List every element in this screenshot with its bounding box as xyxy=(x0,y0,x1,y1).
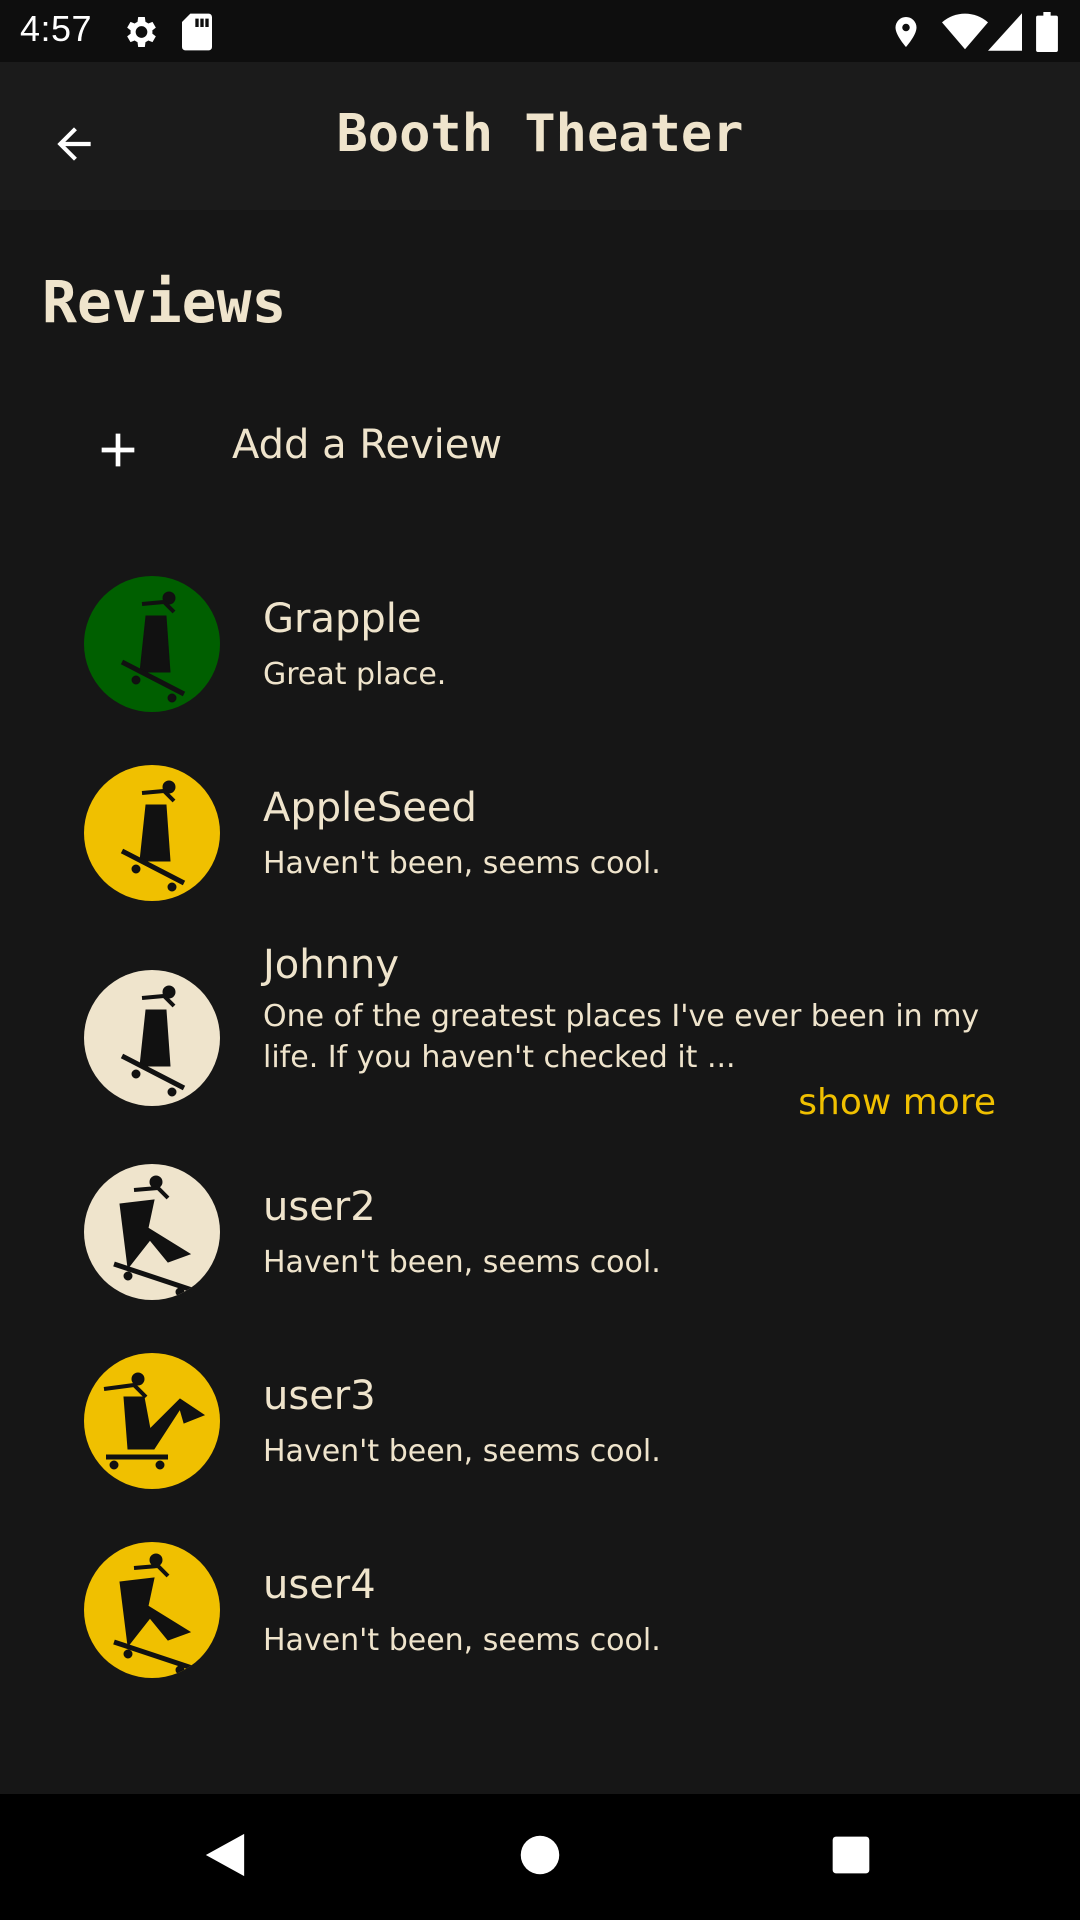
avatar xyxy=(84,1353,220,1489)
review-text: Haven't been, seems cool. xyxy=(263,1245,661,1280)
sd-card-icon xyxy=(180,12,214,56)
location-icon xyxy=(888,12,924,56)
review-author: user2 xyxy=(263,1184,376,1230)
review-text: Haven't been, seems cool. xyxy=(263,846,661,881)
avatar xyxy=(84,970,220,1106)
app-bar: Booth Theater xyxy=(0,62,1080,210)
nav-home-button[interactable] xyxy=(505,1822,575,1892)
avatar xyxy=(84,765,220,901)
avatar xyxy=(84,1164,220,1300)
review-text: Great place. xyxy=(263,657,447,692)
system-nav-bar xyxy=(0,1794,1080,1920)
skater-icon xyxy=(84,970,220,1106)
nav-home-icon xyxy=(519,1834,561,1880)
wifi-icon xyxy=(942,12,988,56)
signal-icon xyxy=(988,12,1022,56)
skater-icon xyxy=(84,576,220,712)
avatar xyxy=(84,1542,220,1678)
review-text: Haven't been, seems cool. xyxy=(263,1434,661,1469)
status-time: 4:57 xyxy=(20,8,93,49)
skater-icon xyxy=(84,765,220,901)
avatar xyxy=(84,576,220,712)
nav-back-button[interactable] xyxy=(190,1822,260,1892)
skater-trick-icon xyxy=(84,1353,220,1489)
show-more-link[interactable]: show more xyxy=(798,1082,996,1123)
review-author: Grapple xyxy=(263,596,422,642)
battery-icon xyxy=(1036,12,1058,56)
nav-back-icon xyxy=(202,1830,248,1884)
review-text: Haven't been, seems cool. xyxy=(263,1623,661,1658)
review-text: One of the greatest places I've ever bee… xyxy=(263,999,980,1075)
page-title: Booth Theater xyxy=(336,104,744,164)
review-author: AppleSeed xyxy=(263,785,477,831)
status-bar: 4:57 xyxy=(0,0,1080,62)
reviews-heading: Reviews xyxy=(42,268,287,336)
plus-icon xyxy=(90,422,146,482)
add-review-button[interactable]: Add a Review xyxy=(60,400,960,500)
review-author: user3 xyxy=(263,1373,376,1419)
skater-jump-icon xyxy=(84,1164,220,1300)
nav-recents-button[interactable] xyxy=(816,1822,886,1892)
gear-icon xyxy=(120,12,160,56)
skater-jump-icon xyxy=(84,1542,220,1678)
review-author: user4 xyxy=(263,1562,376,1608)
nav-recents-icon xyxy=(831,1835,871,1879)
add-review-label: Add a Review xyxy=(232,422,503,468)
review-author: Johnny xyxy=(263,942,399,988)
